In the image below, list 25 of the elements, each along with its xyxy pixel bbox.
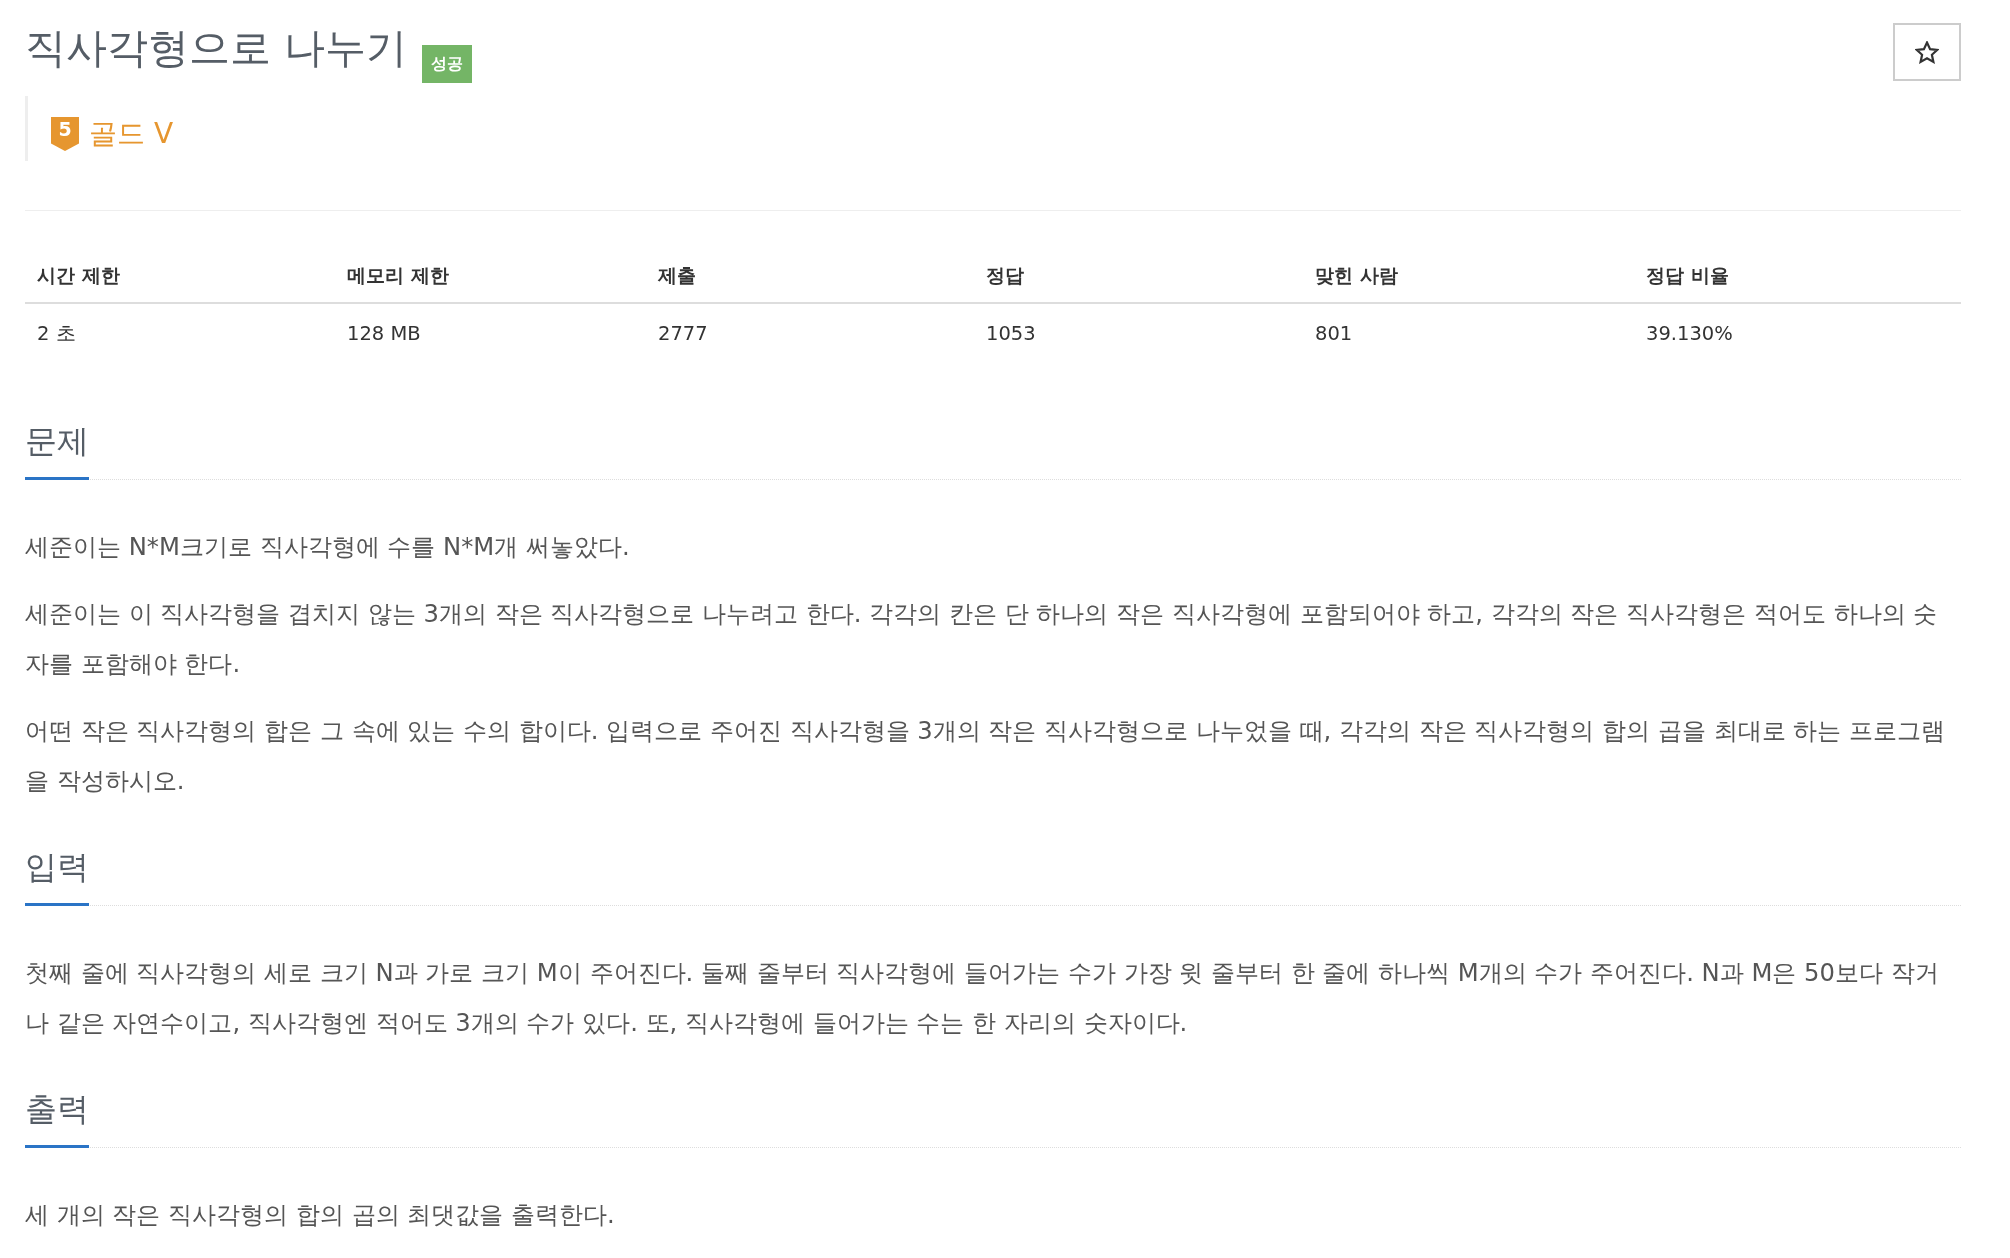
table-cell-text: 128 MB	[346, 321, 422, 346]
section-heading: 입력	[25, 843, 89, 906]
problem-title: 직사각형으로 나누기	[25, 23, 408, 74]
result-label: 성공	[422, 45, 473, 83]
column-header: 정답 비율	[1634, 264, 1961, 304]
column-header: 시간 제한	[25, 264, 335, 304]
paragraph: 첫째 줄에 직사각형의 세로 크기 N과 가로 크기 M이 주어진다. 둘째 줄부터 직사각형에 들어가는 수가 가장 윗 줄부터 한 줄에 하나씩 M개의 수가 주어진다. N과 M은 50보다 작거나 같은 자연수이고, 직사각형엔 적어도 3개의 수가 있다. 또, 직사각형에 들어가는 수는 한 자리의 숫자이다.	[25, 957, 1940, 1039]
paragraph: 세 개의 작은 직사각형의 합의 곱의 최댓값을 출력한다.	[25, 1199, 616, 1231]
column-header: 맞힌 사람	[1303, 264, 1634, 304]
column-header: 제출	[646, 264, 974, 304]
section-heading: 문제	[25, 417, 89, 480]
tier-label: 골드 V	[89, 117, 174, 151]
table-cell-text: 801	[1314, 321, 1354, 346]
paragraph: 세준이는 이 직사각형을 겹치지 않는 3개의 작은 직사각형으로 나누려고 한다. 각각의 칸은 단 하나의 작은 직사각형에 포함되어야 하고, 각각의 작은 직사각형은 적어도 하나의 숫자를 포함해야 한다.	[25, 598, 1939, 680]
section-heading: 출력	[25, 1085, 89, 1148]
paragraph: 세준이는 N*M크기로 직사각형에 수를 N*M개 써놓았다.	[25, 531, 631, 563]
table-cell-text: 2777	[657, 321, 709, 346]
table-cell-text: 1053	[985, 321, 1037, 346]
column-header: 메모리 제한	[335, 264, 646, 304]
table-cell-text: 2 초	[36, 321, 77, 346]
favorite-button[interactable]	[1893, 23, 1961, 81]
tier-badge: 5	[51, 117, 79, 151]
table-cell-text: 39.130%	[1645, 321, 1734, 346]
paragraph: 어떤 작은 직사각형의 합은 그 속에 있는 수의 합이다. 입력으로 주어진 직사각형을 3개의 작은 직사각형으로 나누었을 때, 각각의 작은 직사각형의 합의 곱을 최대로 하는 프로그램을 작성하시오.	[25, 715, 1946, 797]
column-header: 정답	[974, 264, 1303, 304]
